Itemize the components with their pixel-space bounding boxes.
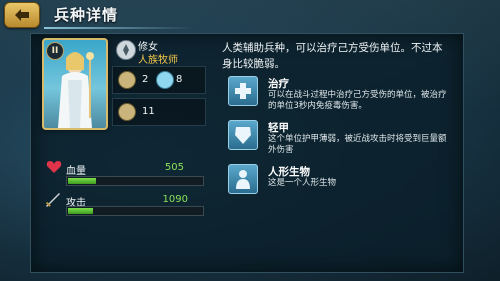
hp-bar-fill: [68, 178, 96, 184]
light-armor-icon: [228, 120, 258, 150]
header-bar: 兵种详情: [0, 0, 500, 30]
attack-value: 1090: [162, 194, 188, 205]
stat-a-value: 2: [142, 74, 149, 85]
trait-humanoid: 人形生物 这是一个人形生物: [228, 164, 458, 200]
back-arrow-icon: [15, 9, 29, 21]
unit-card: II: [42, 38, 108, 130]
title-underline: [44, 27, 194, 29]
hp-value: 505: [164, 162, 184, 173]
stat-b-value: 8: [176, 74, 183, 85]
unit-class: 人族牧师: [138, 55, 178, 66]
population-icon: [118, 71, 136, 89]
trait-light-armor: 轻甲 这个单位护甲薄弱，被近战攻击时将受到巨量额外伤害: [228, 120, 458, 156]
speed-icon: [118, 103, 136, 121]
trait-name: 轻甲: [268, 122, 289, 134]
humanoid-icon: [228, 164, 258, 194]
page-title: 兵种详情: [54, 6, 119, 24]
hp-bar: [66, 176, 204, 186]
trait-desc: 这个单位护甲薄弱，被近战攻击时将受到巨量额外伤害: [268, 134, 447, 155]
unit-description: 人类辅助兵种，可以治疗己方受伤单位。不过本身比较脆弱。: [222, 42, 443, 70]
trait-desc: 可以在战斗过程中治疗己方受伤的单位，被治疗的单位3秒内免疫毒伤害。: [268, 90, 447, 111]
back-button[interactable]: [4, 2, 40, 28]
attack-bar-fill: [68, 208, 93, 214]
stat-c-value: 11: [142, 106, 155, 117]
hp-label: 血量: [66, 166, 86, 177]
heal-icon: [228, 76, 258, 106]
trait-name: 人形生物: [268, 166, 310, 178]
crystal-icon: [156, 71, 174, 89]
trait-desc: 这是一个人形生物: [268, 178, 337, 188]
heart-icon: [46, 161, 62, 173]
trait-heal: 治疗 可以在战斗过程中治疗己方受伤的单位，被治疗的单位3秒内免疫毒伤害。: [228, 76, 458, 112]
card-level-badge: II: [46, 42, 64, 60]
attack-bar: [66, 206, 204, 216]
sword-icon: [45, 193, 60, 207]
trait-name: 治疗: [268, 78, 289, 90]
unit-type-icon: [116, 40, 136, 60]
